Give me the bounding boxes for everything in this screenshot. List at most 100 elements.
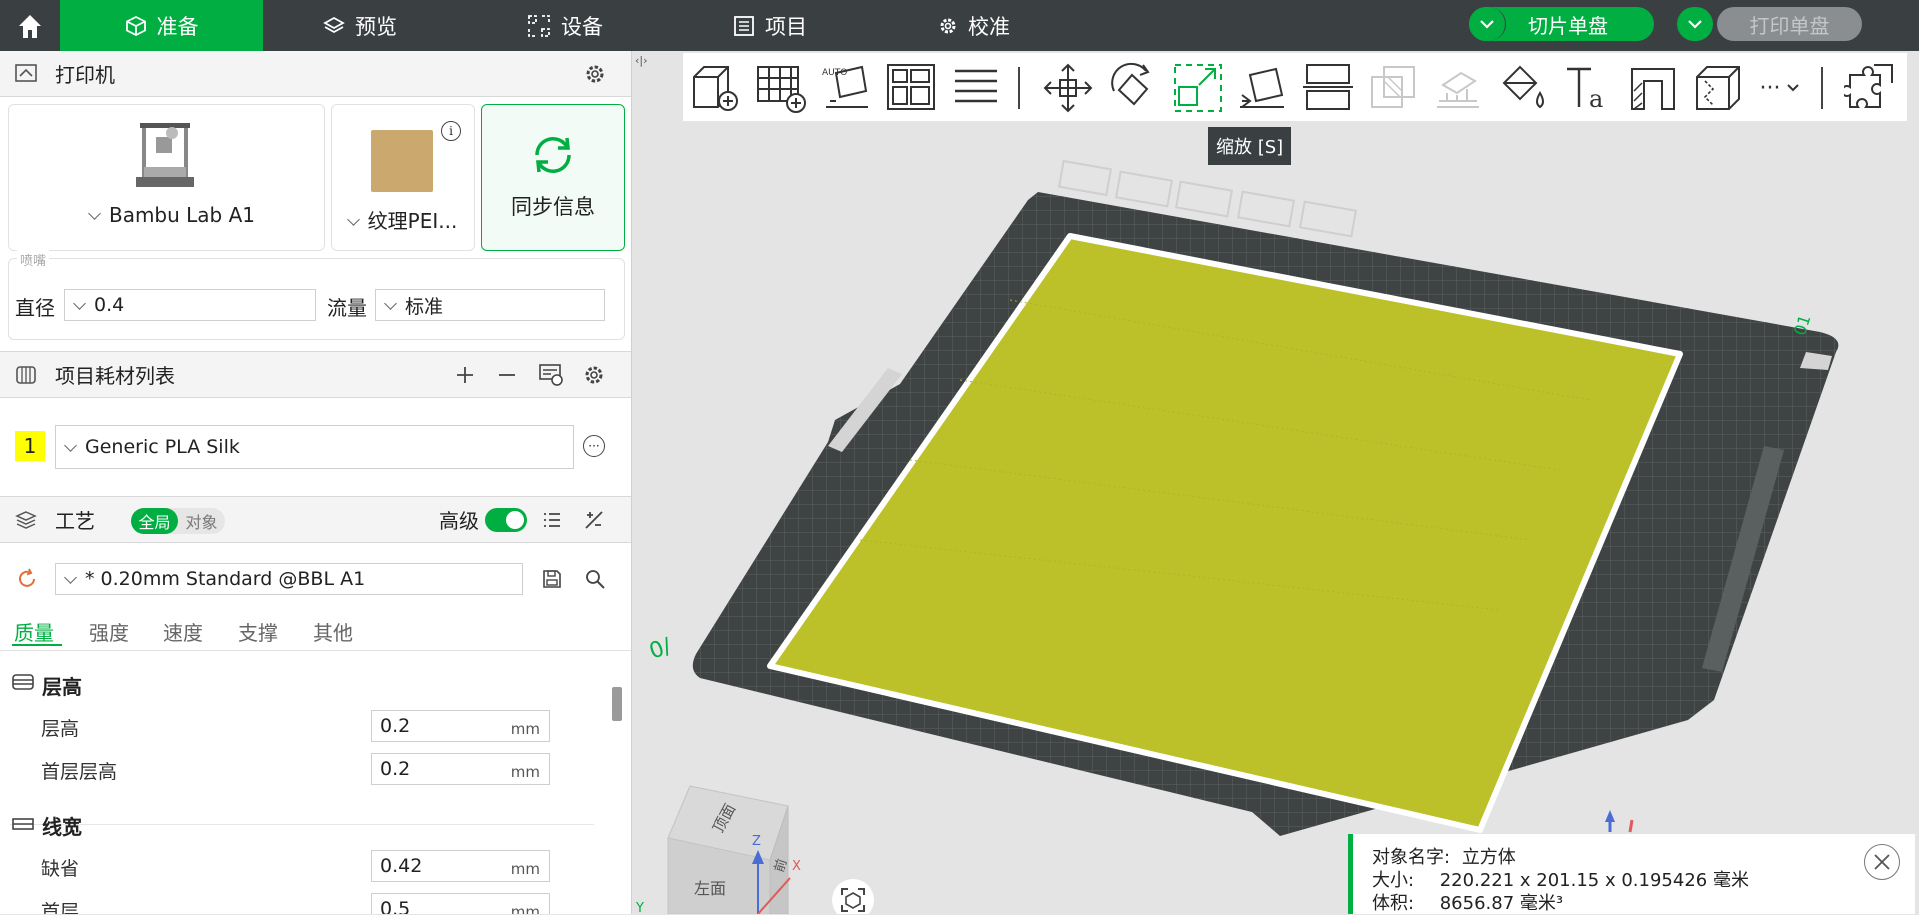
ellipsis-icon: ··· [1759, 75, 1781, 101]
tab-strength[interactable]: 强度 [89, 617, 129, 646]
tab-device[interactable]: 设备 [527, 0, 603, 51]
measure-icon [1696, 66, 1740, 110]
layer-height-group-icon [11, 672, 35, 692]
close-icon[interactable] [1864, 844, 1900, 880]
layer-height-group-title: 层高 [42, 675, 82, 699]
tab-label: 预览 [355, 14, 397, 39]
tab-project[interactable]: 项目 [733, 0, 807, 51]
svg-text:Z: Z [752, 834, 761, 849]
more-tools-button[interactable]: ··· [1750, 60, 1810, 116]
initial-layer-line-width-value: 0.5 [380, 898, 411, 914]
left-panel: 打印机 Bambu Lab A1 i 纹理PEI... 同步信息 喷嘴 直径 0… [0, 51, 632, 914]
group-divider [10, 824, 594, 825]
scrollbar-thumb[interactable] [612, 687, 622, 721]
tabs-divider [0, 650, 631, 651]
slice-label: 切片单盘 [1528, 13, 1608, 38]
default-line-width-input[interactable]: 0.42 mm [371, 850, 550, 882]
auto-orient-icon: AUTO [822, 65, 868, 108]
lay-on-face-button[interactable] [1235, 60, 1291, 116]
scale-button[interactable] [1170, 60, 1226, 116]
measure-button[interactable] [1690, 60, 1746, 116]
tab-quality[interactable]: 质量 [14, 617, 54, 646]
text-button[interactable]: a [1560, 60, 1616, 116]
layer-height-label: 层高 [41, 718, 80, 740]
layer-height-input[interactable]: 0.2 mm [371, 710, 550, 742]
home-button[interactable] [0, 0, 60, 51]
line-width-group-title: 线宽 [42, 815, 82, 839]
support-paint-icon [1437, 71, 1479, 108]
auto-orient-button[interactable]: AUTO [819, 60, 875, 116]
scale-tooltip: 缩放 [S] [1208, 127, 1292, 165]
print-label: 打印单盘 [1717, 7, 1862, 41]
list-icon [734, 15, 754, 36]
tab-label: 校准 [968, 14, 1010, 39]
cut-button[interactable] [1300, 60, 1356, 116]
view-icon [841, 888, 865, 912]
assembly-button[interactable] [1843, 60, 1899, 116]
cut-icon [1303, 64, 1353, 110]
scale-icon [1174, 64, 1222, 112]
build-plate-scene: 01 0∕ 顶面 左面 前 Z X Y [635, 159, 1839, 914]
add-plate-icon [757, 66, 806, 113]
svg-text:Y: Y [635, 901, 644, 914]
layers-icon [323, 16, 345, 33]
move-icon [1043, 63, 1093, 113]
print-plate-button[interactable]: 打印单盘 [1677, 7, 1862, 41]
tab-others[interactable]: 其他 [313, 617, 353, 646]
line-width-group-icon [11, 814, 35, 834]
layer-height-value: 0.2 [380, 715, 411, 737]
lay-on-face-icon [1240, 67, 1284, 108]
chevron-down-icon [1688, 20, 1702, 29]
arrange-button[interactable] [883, 60, 939, 116]
move-button[interactable] [1040, 60, 1096, 116]
slice-dropdown[interactable] [1469, 7, 1506, 41]
tab-label: 项目 [765, 14, 807, 39]
svg-text:X: X [792, 859, 801, 874]
add-plate-button[interactable] [753, 60, 809, 116]
default-line-width-label: 缺省 [41, 858, 80, 880]
tab-prepare[interactable]: 准备 [60, 0, 263, 51]
rotate-button[interactable] [1105, 60, 1161, 116]
object-volume-row: 体积: 8656.87 毫米³ [1372, 889, 1563, 915]
tab-calibration[interactable]: 校准 [938, 0, 1010, 51]
support-paint-button[interactable] [1430, 60, 1486, 116]
object-volume-value: 8656.87 毫米³ [1439, 893, 1564, 914]
tab-support[interactable]: 支撑 [238, 617, 278, 646]
top-bar: 准备 预览 设备 项目 校准 切片单盘 打印单盘 [0, 0, 1919, 51]
color-paint-button[interactable] [1495, 60, 1551, 116]
add-object-button[interactable] [687, 60, 743, 116]
reset-view-button[interactable] [832, 879, 874, 914]
initial-layer-line-width-label: 首层 [41, 901, 80, 914]
view-cube[interactable]: 顶面 左面 前 Z X Y [635, 785, 801, 914]
slice-plate-button[interactable]: 切片单盘 [1469, 7, 1654, 41]
split-layers-button[interactable] [948, 60, 1004, 116]
chevron-down-icon [1787, 84, 1800, 92]
3d-viewport[interactable]: ‹|› 01 0∕ 顶面 左面 前 Z X Y [632, 51, 1919, 914]
tab-speed[interactable]: 速度 [163, 617, 203, 646]
svg-text:AUTO: AUTO [822, 68, 847, 78]
paint-bucket-icon [1502, 65, 1544, 109]
object-name-label: 对象名字: [1372, 847, 1451, 868]
object-size-value: 220.221 x 201.15 x 0.195426 毫米 [1439, 870, 1749, 891]
add-cube-icon [693, 66, 738, 111]
print-dropdown[interactable] [1677, 7, 1713, 41]
text-icon: a [1567, 67, 1603, 113]
process-tabs: 质量 强度 速度 支撑 其他 [0, 51, 631, 700]
arrange-icon [887, 64, 935, 110]
initial-layer-line-width-input[interactable]: 0.5 mm [371, 893, 550, 914]
device-icon [528, 14, 550, 37]
boolean-button[interactable] [1365, 60, 1421, 116]
viewport-toolbar: AUTO a ··· [683, 53, 1907, 121]
tab-label: 准备 [156, 14, 199, 39]
rotate-icon [1111, 62, 1150, 106]
seam-icon [1631, 68, 1675, 110]
unit: mm [510, 720, 540, 738]
home-icon [19, 14, 41, 38]
tab-preview[interactable]: 预览 [323, 0, 397, 51]
object-volume-label: 体积: [1372, 893, 1415, 914]
seam-button[interactable] [1625, 60, 1681, 116]
puzzle-icon [1844, 64, 1893, 108]
unit: mm [510, 763, 540, 781]
initial-layer-height-input[interactable]: 0.2 mm [371, 753, 550, 785]
layers-lines-icon [955, 69, 997, 103]
